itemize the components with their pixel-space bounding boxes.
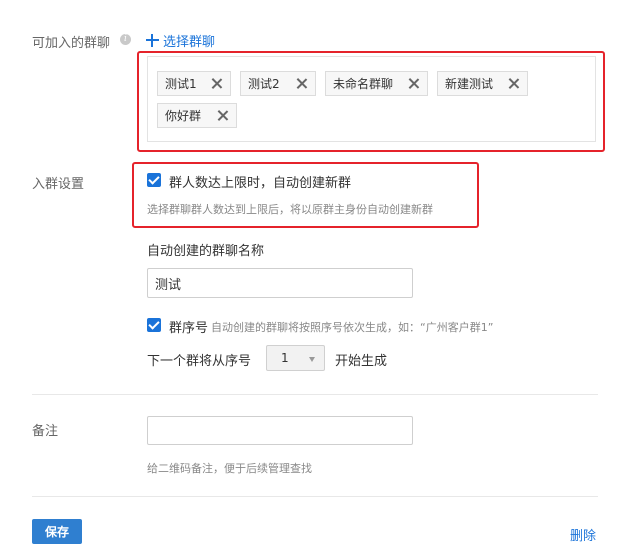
auto-create-hint: 选择群聊群人数达到上限后，将以原群主身份自动创建新群 <box>147 203 433 216</box>
close-icon[interactable] <box>508 78 519 89</box>
remark-input[interactable] <box>147 416 413 445</box>
next-seq-prefix: 下一个群将从序号 <box>147 354 252 369</box>
close-icon[interactable] <box>296 78 307 89</box>
divider <box>32 394 598 395</box>
next-seq-suffix: 开始生成 <box>335 354 388 369</box>
auto-create-label: 群人数达上限时，自动创建新群 <box>169 176 352 191</box>
auto-name-label: 自动创建的群聊名称 <box>147 244 265 259</box>
selected-groups-box <box>147 56 596 142</box>
delete-link[interactable]: 删除 <box>570 525 596 544</box>
group-tag-label: 测试1 <box>165 77 197 91</box>
plus-icon <box>146 33 159 47</box>
joinable-groups-label: 可加入的群聊 <box>32 36 111 51</box>
save-button[interactable]: 保存 <box>32 519 82 544</box>
auto-create-checkbox[interactable] <box>147 173 161 187</box>
auto-name-input[interactable] <box>147 268 413 298</box>
group-tag-label: 你好群 <box>165 109 202 123</box>
select-groups-label: 选择群聊 <box>163 34 216 50</box>
group-tag: 测试1 <box>157 71 231 96</box>
group-tag-label: 未命名群聊 <box>333 77 394 91</box>
group-tag: 你好群 <box>157 103 237 128</box>
group-tag: 未命名群聊 <box>325 71 428 96</box>
group-tag: 测试2 <box>240 71 316 96</box>
close-icon[interactable] <box>211 78 222 89</box>
remark-hint: 给二维码备注，便于后续管理查找 <box>147 462 312 475</box>
chevron-down-icon <box>309 357 315 362</box>
next-seq-select[interactable]: 1 <box>266 345 325 371</box>
remark-label: 备注 <box>32 424 59 439</box>
info-icon[interactable]: i <box>120 34 131 45</box>
close-icon[interactable] <box>217 110 228 121</box>
group-tag-label: 新建测试 <box>445 77 494 91</box>
next-seq-value: 1 <box>281 351 289 365</box>
select-groups-link[interactable]: 选择群聊 <box>146 30 215 50</box>
close-icon[interactable] <box>408 78 419 89</box>
divider <box>32 496 598 497</box>
join-settings-label: 入群设置 <box>32 177 85 192</box>
seq-checkbox[interactable] <box>147 318 161 332</box>
seq-hint: 自动创建的群聊将按照序号依次生成，如：“广州客户群1” <box>211 321 494 334</box>
seq-label: 群序号 <box>169 321 209 336</box>
group-tag-label: 测试2 <box>248 77 280 91</box>
group-tag: 新建测试 <box>437 71 528 96</box>
